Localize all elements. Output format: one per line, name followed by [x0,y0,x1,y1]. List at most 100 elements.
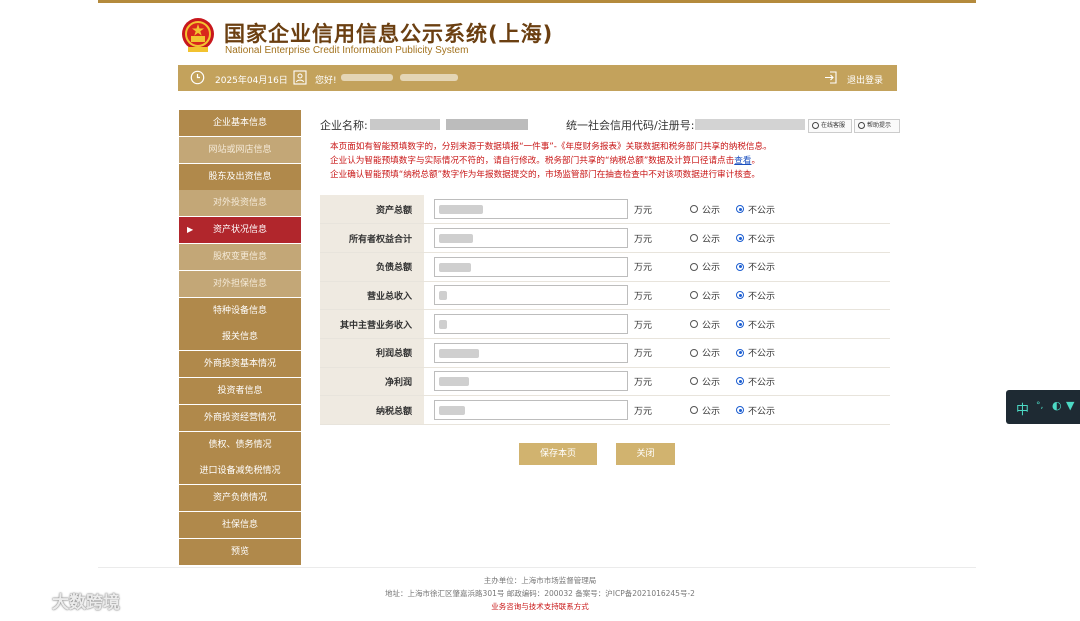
publicity-option-cell: 公示 不公示 [682,395,890,425]
sidebar-item[interactable]: 预览 [179,538,301,565]
option-private-label: 不公示 [748,234,776,245]
radio-public[interactable] [690,291,698,300]
floating-ime-toolbar[interactable]: 中 °, ◐ ▼ [1006,390,1080,424]
sidebar-item[interactable]: 对外投资信息 [179,190,301,217]
field-label: 利润总额 [320,338,424,368]
radio-private[interactable] [736,291,745,300]
online-service-button[interactable]: 在线客服 [808,119,852,133]
option-private-label: 不公示 [748,320,776,331]
logout-link[interactable]: 退出登录 [847,73,883,86]
field-value-cell: 万元 [424,367,682,397]
option-public-label: 公示 [702,205,721,216]
option-public-label: 公示 [702,291,721,302]
footer-organizer: 主办单位：上海市市场监督管理局 [483,576,597,585]
publicity-option-cell: 公示 不公示 [682,195,890,225]
publicity-option-cell: 公示 不公示 [682,281,890,311]
amount-input[interactable] [434,199,628,220]
option-private-label: 不公示 [748,377,776,388]
sidebar-item[interactable]: 外商投资基本情况 [179,351,301,378]
punctuation-icon[interactable]: °, [1036,401,1043,411]
sidebar-item-label: 预览 [230,546,249,557]
option-public-label: 公示 [702,263,721,274]
form-row: 营业总收入 万元 公示 不公示 [320,281,890,311]
radio-private[interactable] [736,205,745,214]
sidebar-item[interactable]: 对外担保信息 [179,270,301,297]
sidebar-item[interactable]: 股权变更信息 [179,243,301,270]
view-link[interactable]: 查看 [734,156,751,166]
field-label: 其中主营业务收入 [320,309,424,339]
radio-public[interactable] [690,377,698,386]
radio-private[interactable] [736,406,745,415]
radio-private[interactable] [736,320,745,329]
publicity-option-cell: 公示 不公示 [682,367,890,397]
field-label: 资产总额 [320,195,424,225]
publicity-option-cell: 公示 不公示 [682,338,890,368]
sidebar-item-label: 特种设备信息 [212,305,267,316]
footer-divider [98,567,976,568]
logout-icon[interactable] [824,70,838,85]
footer-support-link[interactable]: 业务咨询与技术支持联系方式 [0,601,1080,612]
unit-label: 万元 [634,406,653,417]
amount-input[interactable] [434,314,628,335]
radio-public[interactable] [690,406,698,415]
sidebar-item[interactable]: 网站或网店信息 [179,136,301,163]
sidebar-item[interactable]: 投资者信息 [179,377,301,404]
sidebar-item[interactable]: 进口设备减免税情况 [179,458,301,485]
radio-private[interactable] [736,234,745,243]
radio-private[interactable] [736,348,745,357]
sidebar-item[interactable]: ▶ 资产状况信息 [179,217,301,244]
sidebar-item[interactable]: 报关信息 [179,324,301,351]
ime-mode-indicator[interactable]: 中 [1016,399,1029,418]
amount-input[interactable] [434,371,628,392]
sidebar-item-label: 企业基本信息 [212,118,267,128]
amount-input[interactable] [434,400,628,421]
sidebar-item-label: 股权变更信息 [212,251,267,262]
unit-label: 万元 [634,320,653,331]
amount-input[interactable] [434,228,628,249]
sidebar-item-label: 报关信息 [221,332,258,343]
radio-public[interactable] [690,234,698,243]
save-button[interactable]: 保存本页 [519,443,597,465]
notice-text: 本页面如有智能预填数字的，分别来源于数据填报“一件事”-《年度财务报表》关联数据… [330,140,772,182]
publicity-option-cell: 公示 不公示 [682,223,890,253]
greeting-text: 您好! [315,76,337,86]
option-private-label: 不公示 [748,349,776,360]
amount-input[interactable] [434,285,628,306]
page: 国家企业信用信息公示系统(上海) National Enterprise Cre… [0,0,1080,621]
sidebar-item[interactable]: 特种设备信息 [179,297,301,324]
redacted-company [400,74,458,81]
field-value-cell: 万元 [424,195,682,225]
form-row: 其中主营业务收入 万元 公示 不公示 [320,309,890,339]
sidebar-item-label: 进口设备减免税情况 [199,466,281,477]
sidebar-item[interactable]: 企业基本信息 [179,110,301,136]
publicity-option-cell: 公示 不公示 [682,309,890,339]
unit-label: 万元 [634,377,653,388]
close-button[interactable]: 关闭 [616,443,675,465]
sidebar-item[interactable]: 债权、债务情况 [179,431,301,458]
radio-public[interactable] [690,348,698,357]
redacted-company-name [370,119,440,130]
help-tip-button[interactable]: 帮助提示 [854,119,900,133]
redacted-company-name-2 [446,119,528,130]
radio-public[interactable] [690,320,698,329]
sidebar-item-label: 股东及出资信息 [208,171,272,182]
watermark: 大数跨境 [10,588,120,614]
sidebar-item[interactable]: 社保信息 [179,511,301,538]
radio-public[interactable] [690,205,698,214]
shirt-icon[interactable]: ▼ [1066,399,1074,412]
moon-icon[interactable]: ◐ [1052,399,1062,412]
radio-public[interactable] [690,262,698,271]
sidebar-nav: 企业基本信息网站或网店信息股东及出资信息对外投资信息 ▶ 资产状况信息股权变更信息对… [179,110,301,566]
radio-private[interactable] [736,377,745,386]
unit-label: 万元 [634,263,653,274]
sidebar-item[interactable]: 股东及出资信息 [179,163,301,190]
sidebar-item[interactable]: 资产负债情况 [179,485,301,512]
info-bar: 2025年04月16日 您好! 退出登录 [178,65,897,91]
chat-icon [812,122,819,129]
amount-input[interactable] [434,342,628,363]
sidebar-item[interactable]: 外商投资经营情况 [179,404,301,431]
field-label: 净利润 [320,367,424,397]
radio-private[interactable] [736,262,745,271]
sidebar-item-label: 资产负债情况 [212,493,267,504]
amount-input[interactable] [434,256,628,277]
